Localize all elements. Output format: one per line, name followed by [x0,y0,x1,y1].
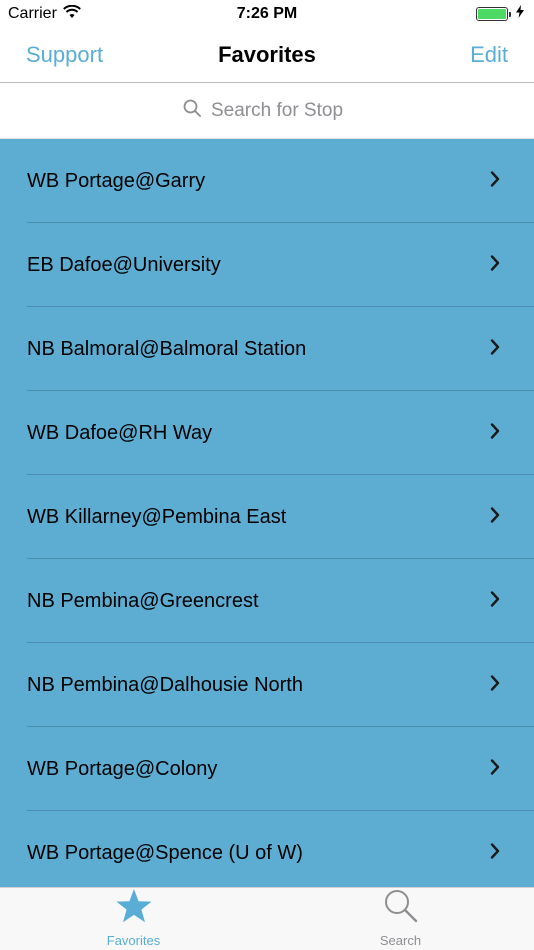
star-icon [115,888,153,929]
chevron-right-icon [490,339,500,360]
app-screen: Carrier 7:26 PM Support Favorites Edit S… [0,0,534,950]
search-bar [0,84,534,139]
status-left: Carrier [8,4,81,24]
search-field[interactable] [8,91,526,131]
favorite-stop-label: NB Pembina@Greencrest [27,589,259,612]
favorite-stop-label: NB Pembina@Dalhousie North [27,673,303,696]
favorite-row[interactable]: WB Portage@Garry [0,139,534,223]
status-right [476,5,524,23]
tab-favorites-label: Favorites [106,933,161,948]
chevron-right-icon [490,759,500,780]
chevron-right-icon [490,507,500,528]
favorite-stop-label: WB Portage@Spence (U of W) [27,841,303,864]
favorite-row[interactable]: NB Balmoral@Balmoral Station [0,307,534,391]
favorite-stop-label: WB Portage@Colony [27,757,218,780]
favorite-row[interactable]: WB Portage@Colony [0,727,534,811]
chevron-right-icon [490,171,500,192]
favorite-row[interactable]: WB Dafoe@RH Way [0,391,534,475]
tab-search-label: Search [379,933,422,948]
chevron-right-icon [490,843,500,864]
chevron-right-icon [490,675,500,696]
search-icon [383,888,419,929]
battery-cap [509,12,511,17]
favorite-row[interactable]: NB Pembina@Greencrest [0,559,534,643]
favorite-stop-label: WB Dafoe@RH Way [27,421,213,444]
battery-fill [478,9,506,19]
wifi-icon [63,4,81,24]
search-icon [183,99,201,123]
favorite-row[interactable]: EB Dafoe@University [0,223,534,307]
tab-search[interactable]: Search [267,888,534,950]
carrier-label: Carrier [8,5,57,22]
favorite-stop-label: WB Portage@Garry [27,169,206,192]
favorites-list: WB Portage@Garry EB Dafoe@University NB … [0,139,534,887]
favorite-stop-label: NB Balmoral@Balmoral Station [27,337,307,360]
chevron-right-icon [490,423,500,444]
chevron-right-icon [490,255,500,276]
bolt-icon [516,5,524,23]
navigation-bar: Support Favorites Edit [0,28,534,83]
tab-favorites[interactable]: Favorites [0,888,267,950]
favorite-row[interactable]: NB Pembina@Dalhousie North [0,643,534,727]
chevron-right-icon [490,591,500,612]
status-bar: Carrier 7:26 PM [0,0,534,28]
tab-bar: Favorites Search [0,887,534,950]
favorite-stop-label: EB Dafoe@University [27,253,221,276]
favorite-row[interactable]: WB Killarney@Pembina East [0,475,534,559]
support-button[interactable]: Support [26,42,103,68]
edit-button[interactable]: Edit [470,42,508,68]
search-input[interactable] [211,100,351,122]
favorite-row[interactable]: WB Portage@Spence (U of W) [0,811,534,887]
battery-icon [476,7,511,21]
favorite-stop-label: WB Killarney@Pembina East [27,505,287,528]
